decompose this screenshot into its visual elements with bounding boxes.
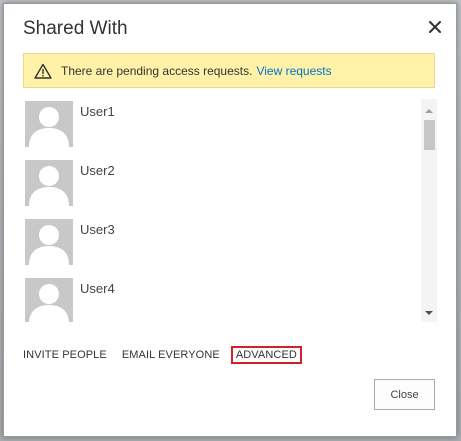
scroll-down-arrow-icon[interactable] bbox=[425, 311, 433, 315]
user-name[interactable]: User1 bbox=[80, 104, 115, 119]
invite-people-link[interactable]: INVITE PEOPLE bbox=[23, 349, 107, 361]
user-list-item[interactable]: User3 bbox=[23, 217, 413, 267]
alert-message: There are pending access requests. bbox=[61, 63, 253, 78]
user-name[interactable]: User3 bbox=[80, 222, 115, 237]
close-button[interactable]: Close bbox=[374, 379, 435, 410]
sharing-actions: INVITE PEOPLE EMAIL EVERYONE ADVANCED bbox=[23, 346, 302, 364]
warning-triangle-icon bbox=[34, 63, 52, 79]
scroll-up-arrow-icon[interactable] bbox=[425, 109, 433, 113]
user-name[interactable]: User2 bbox=[80, 163, 115, 178]
user-placeholder-icon bbox=[25, 101, 73, 147]
user-placeholder-icon bbox=[25, 160, 73, 206]
user-list-item[interactable]: User4 bbox=[23, 276, 413, 322]
pending-requests-alert: There are pending access requests. View … bbox=[23, 53, 435, 88]
shared-with-dialog: Shared With There are pending access req… bbox=[3, 3, 457, 437]
user-list-item[interactable]: User1 bbox=[23, 99, 413, 149]
user-name[interactable]: User4 bbox=[80, 281, 115, 296]
scroll-thumb[interactable] bbox=[424, 120, 435, 150]
user-placeholder-icon bbox=[25, 278, 73, 322]
advanced-link[interactable]: ADVANCED bbox=[230, 346, 302, 364]
user-placeholder-icon bbox=[25, 219, 73, 265]
view-requests-link[interactable]: View requests bbox=[256, 64, 331, 78]
shared-user-list[interactable]: User1 User2 User3 User4 bbox=[23, 99, 437, 322]
user-list-scrollbar[interactable] bbox=[421, 99, 437, 322]
user-list-item[interactable]: User2 bbox=[23, 158, 413, 208]
close-x-icon[interactable] bbox=[424, 16, 446, 38]
dialog-title: Shared With bbox=[23, 18, 128, 39]
email-everyone-link[interactable]: EMAIL EVERYONE bbox=[122, 349, 220, 361]
